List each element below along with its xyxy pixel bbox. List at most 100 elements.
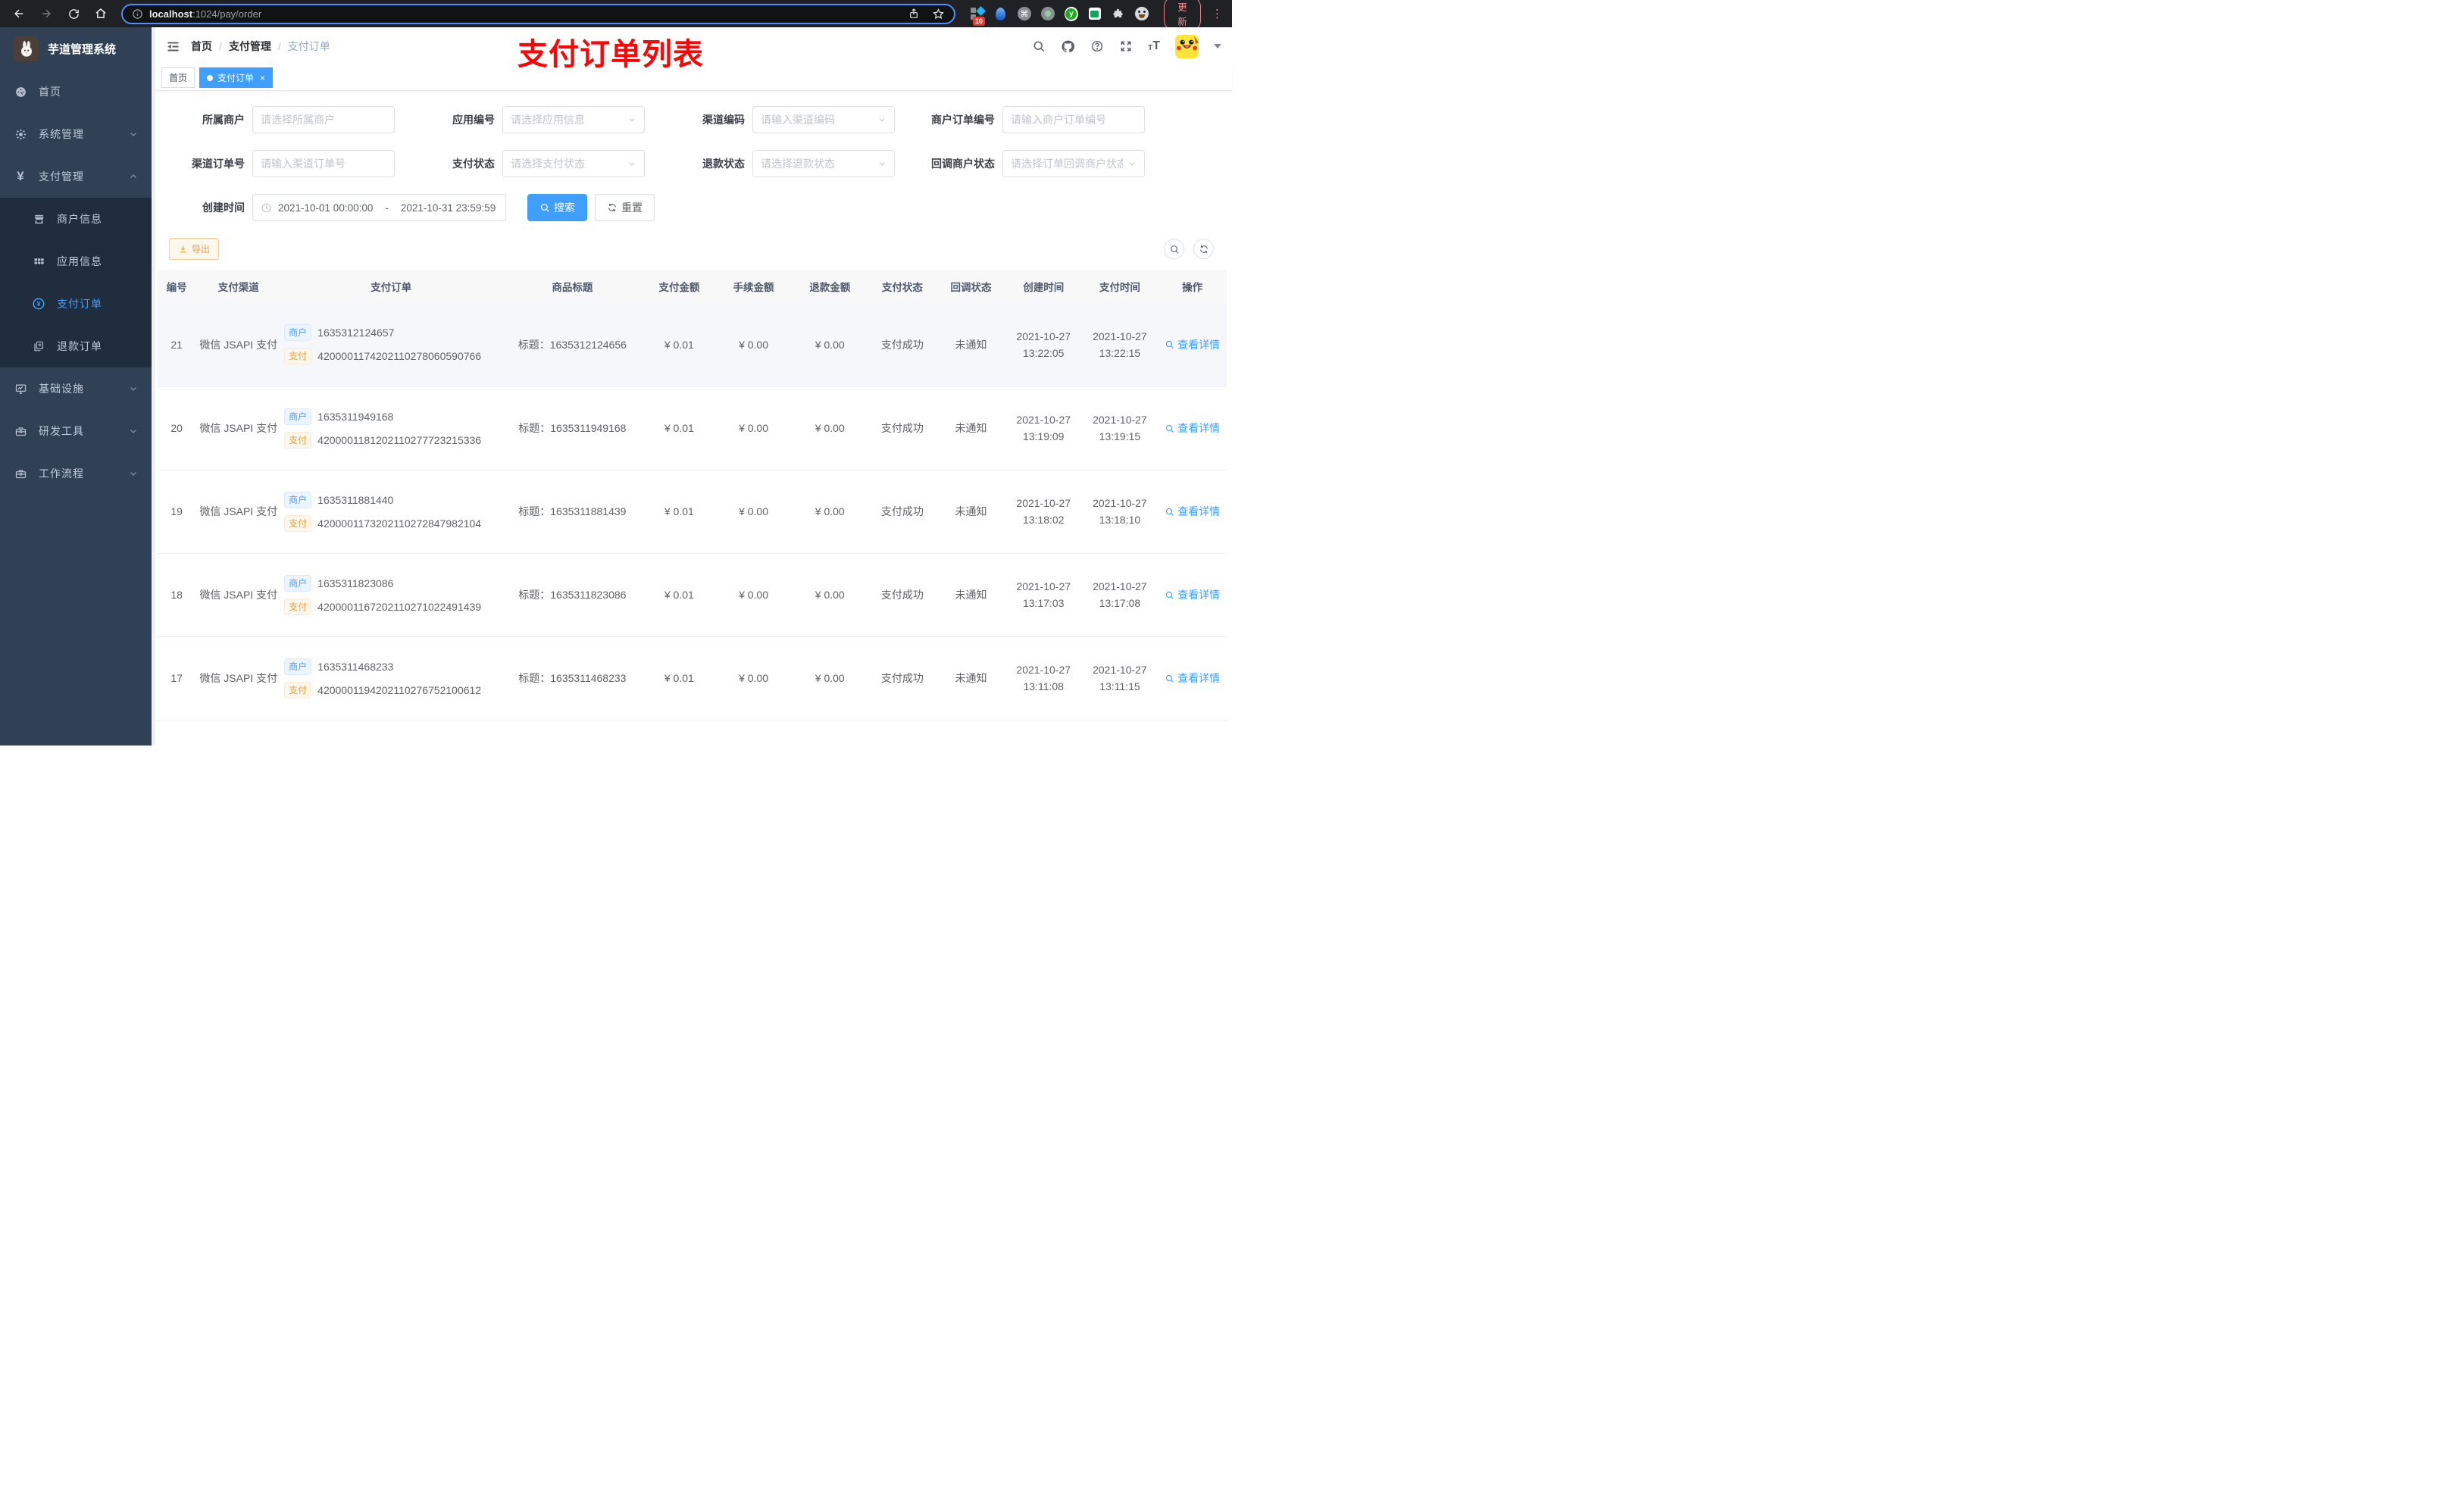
date-end: 2021-10-31 23:59:59 <box>400 202 496 214</box>
filter-label: 创建时间 <box>202 202 245 214</box>
refund-status-select[interactable]: 请选择退款状态 <box>752 150 895 177</box>
breadcrumb-home[interactable]: 首页 <box>191 39 212 54</box>
view-detail-link[interactable]: 查看详情 <box>1165 504 1220 519</box>
sidebar-fold-icon[interactable] <box>166 39 180 54</box>
yen-circle-icon: ¥ <box>32 297 45 311</box>
chevron-down-icon <box>1127 159 1137 168</box>
browser-forward-icon[interactable] <box>35 2 58 25</box>
table-row-partial[interactable]: 商户1635311351736 <box>157 720 1227 746</box>
col-title: 商品标题 <box>502 270 643 303</box>
export-button[interactable]: 导出 <box>169 238 220 260</box>
sidebar-item-merchant-info[interactable]: 商户信息 <box>0 198 152 240</box>
sidebar-item-refund-order[interactable]: 退款订单 <box>0 325 152 367</box>
table-row[interactable]: 19 微信 JSAPI 支付 商户 1635311881440 支付 4200001… <box>157 470 1227 554</box>
y-extension-icon[interactable]: y <box>1064 6 1078 21</box>
refresh-button[interactable] <box>1193 239 1214 259</box>
balloon-extension-icon[interactable] <box>994 7 1008 20</box>
bookmark-star-icon[interactable] <box>932 8 945 20</box>
col-notify: 回调状态 <box>937 270 1005 303</box>
chat-extension-icon[interactable] <box>1088 7 1102 20</box>
active-dot <box>207 74 214 81</box>
app-filter-select[interactable]: 请选择应用信息 <box>502 106 645 133</box>
github-icon[interactable] <box>1061 39 1075 54</box>
view-detail-link[interactable]: 查看详情 <box>1165 420 1220 436</box>
recorder-extension-icon[interactable] <box>1040 7 1055 20</box>
table-row[interactable]: 18 微信 JSAPI 支付 商户 1635311823086 支付 4200001… <box>157 553 1227 637</box>
merchant-filter-input[interactable] <box>261 114 386 126</box>
sidebar-item-pay-order[interactable]: ¥ 支付订单 <box>0 283 152 325</box>
tag-home[interactable]: 首页 <box>161 67 195 88</box>
chevron-down-icon <box>877 115 886 124</box>
sidebar-item-infrastructure[interactable]: 基础设施 <box>0 367 152 410</box>
command-extension-icon[interactable]: ⌘ <box>1017 7 1031 20</box>
fullscreen-icon[interactable] <box>1119 39 1133 53</box>
col-channel: 支付渠道 <box>196 270 281 303</box>
sidebar-item-payment[interactable]: ¥ 支付管理 <box>0 155 152 198</box>
tag-pay-order[interactable]: 支付订单 × <box>199 67 274 88</box>
channel-code-select[interactable]: 请输入渠道编码 <box>752 106 895 133</box>
extension-toolbar: 10 ⌘ y <box>970 6 1149 26</box>
table-row[interactable]: 17 微信 JSAPI 支付 商户 1635311468233 支付 4200001… <box>157 636 1227 720</box>
col-actions: 操作 <box>1158 270 1227 303</box>
col-amount: 支付金额 <box>643 270 716 303</box>
app-logo[interactable]: 芋道管理系统 <box>0 27 152 70</box>
user-avatar[interactable] <box>1175 34 1199 58</box>
browser-back-icon[interactable] <box>8 2 30 25</box>
merchant-order-no-input[interactable] <box>1011 114 1137 126</box>
browser-update-button[interactable]: 更新 <box>1163 0 1201 31</box>
font-size-icon[interactable]: TT <box>1148 40 1160 52</box>
profile-avatar-icon[interactable] <box>1134 7 1149 20</box>
grid-icon <box>32 255 45 268</box>
share-icon[interactable] <box>908 8 920 20</box>
tab-manager-extension-icon[interactable]: 10 <box>970 6 986 26</box>
pay-badge: 支付 <box>284 681 312 699</box>
search-button[interactable]: 搜索 <box>527 194 587 221</box>
filter-notify-status: 回调商户状态 请选择订单回调商户状态 <box>908 150 1159 177</box>
browser-reload-icon[interactable] <box>62 2 85 25</box>
sidebar-item-workflow[interactable]: 工作流程 <box>0 452 152 495</box>
channel-order-no-input[interactable] <box>261 158 386 170</box>
table-row[interactable]: 21 微信 JSAPI 支付 商户 1635312124657 支付 4200001… <box>157 303 1227 387</box>
filter-merchant: 所属商户 <box>158 106 408 133</box>
chevron-down-icon <box>627 115 636 124</box>
sidebar-item-home[interactable]: 首页 <box>0 70 152 113</box>
site-info-icon[interactable] <box>132 8 143 20</box>
avatar-caret-icon[interactable] <box>1214 44 1221 48</box>
view-detail-link[interactable]: 查看详情 <box>1165 670 1220 686</box>
sidebar-item-app-info[interactable]: 应用信息 <box>0 240 152 283</box>
reset-button[interactable]: 重置 <box>595 194 655 221</box>
table-row[interactable]: 20 微信 JSAPI 支付 商户 1635311949168 支付 4200001… <box>157 386 1227 470</box>
chevron-down-icon <box>129 130 138 139</box>
col-paid: 支付时间 <box>1081 270 1159 303</box>
help-icon[interactable] <box>1090 39 1104 53</box>
breadcrumb-pay-mgmt[interactable]: 支付管理 <box>229 39 271 54</box>
navbar-actions: TT <box>1032 34 1221 58</box>
breadcrumb: 首页 / 支付管理 / 支付订单 <box>191 39 330 54</box>
url-bar[interactable]: localhost:1024/pay/order <box>121 3 955 24</box>
close-icon[interactable]: × <box>260 73 265 83</box>
sidebar-item-system[interactable]: 系统管理 <box>0 113 152 155</box>
chevron-down-icon <box>627 159 636 168</box>
filter-label: 退款状态 <box>702 158 745 170</box>
pay-status-select[interactable]: 请选择支付状态 <box>502 150 645 177</box>
browser-home-icon[interactable] <box>89 2 112 25</box>
orders-table: 编号 支付渠道 支付订单 商品标题 支付金额 手续金额 退款金额 支付状态 回调… <box>157 270 1227 746</box>
view-detail-link[interactable]: 查看详情 <box>1165 337 1220 352</box>
chevron-down-icon <box>129 469 138 478</box>
date-separator: - <box>385 202 389 214</box>
url-text: localhost:1024/pay/order <box>149 8 261 20</box>
browser-menu-icon[interactable]: ⋮ <box>1212 7 1223 20</box>
filter-row-3: 创建时间 2021-10-01 00:00:00 - 2021-10-31 23… <box>158 194 1224 221</box>
extension-badge: 10 <box>972 17 985 26</box>
svg-text:¥: ¥ <box>37 300 41 308</box>
notify-status-select[interactable]: 请选择订单回调商户状态 <box>1002 150 1145 177</box>
view-detail-link[interactable]: 查看详情 <box>1165 587 1220 602</box>
col-id: 编号 <box>157 270 197 303</box>
create-time-range-picker[interactable]: 2021-10-01 00:00:00 - 2021-10-31 23:59:5… <box>252 194 506 221</box>
filter-label: 渠道订单号 <box>192 158 245 170</box>
search-icon[interactable] <box>1032 39 1046 53</box>
toggle-search-button[interactable] <box>1164 239 1184 259</box>
puzzle-extensions-icon[interactable] <box>1112 7 1125 20</box>
sidebar-item-dev-tools[interactable]: 研发工具 <box>0 410 152 452</box>
filter-label: 所属商户 <box>202 114 245 126</box>
